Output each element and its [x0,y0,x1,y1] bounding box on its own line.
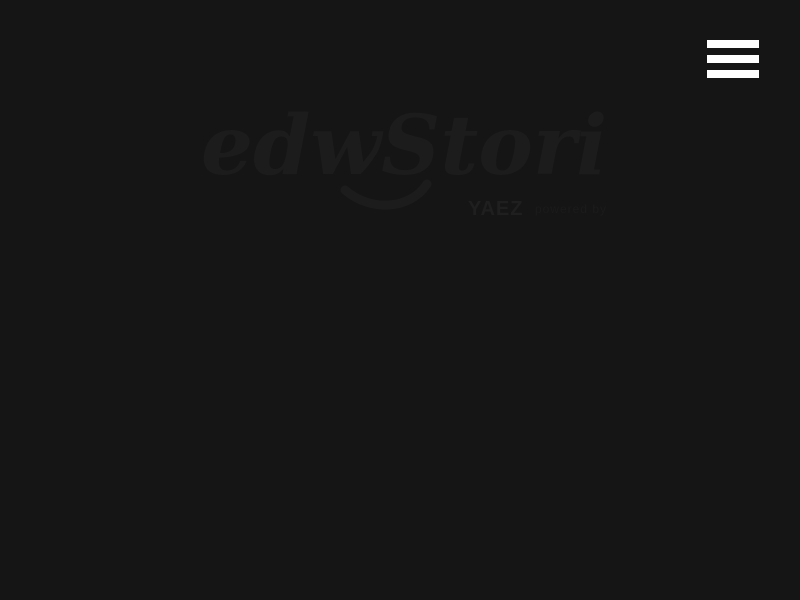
hamburger-menu-button[interactable] [707,40,759,78]
page: edwStories powered by YAEZ [0,0,800,600]
hamburger-menu-icon-bar-top [707,40,759,48]
hamburger-menu-icon-bar-middle [707,55,759,63]
edwstories-logo[interactable]: edwStories powered by YAEZ [195,72,606,227]
hamburger-menu-icon-bar-bottom [707,70,759,78]
logo-brand: YAEZ [468,198,524,220]
logo-script-text: edwStories [201,98,605,194]
